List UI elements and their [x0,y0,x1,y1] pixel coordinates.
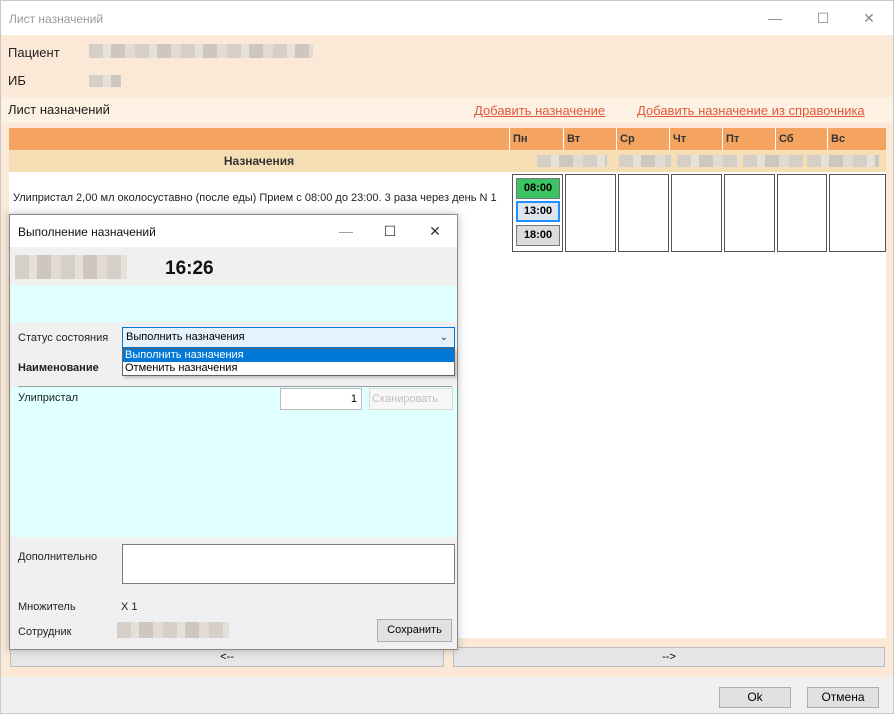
dialog-titlebar: Выполнение назначений — ☐ ✕ [10,215,457,247]
employee-name-redacted [117,622,229,638]
scan-button[interactable]: Сканировать [369,388,453,410]
drug-name: Улипристал [18,392,78,404]
sun-cell[interactable] [829,174,886,252]
dialog-close-icon[interactable]: ✕ [424,220,446,242]
mon-cell: 08:00 13:00 18:00 [512,174,563,252]
prescription-row-text[interactable]: Улипристал 2,00 мл околосуставно (после … [13,192,497,204]
day-thu: Чт [669,128,722,150]
ok-button[interactable]: Ok [719,687,791,708]
dialog-maximize-icon[interactable]: ☐ [379,220,401,242]
day-sat: Сб [775,128,827,150]
chevron-down-icon[interactable]: ⌄ [440,328,448,347]
maximize-icon[interactable]: ☐ [811,7,835,29]
ib-value-redacted [89,75,121,87]
day-tue: Вт [563,128,616,150]
day-sun: Вс [827,128,886,150]
status-label: Статус состояния [18,332,109,344]
execution-dialog: Выполнение назначений — ☐ ✕ 16:26 Статус… [9,214,458,650]
dropdown-option-cancel[interactable]: Отменить назначения [123,362,454,375]
fri-cell[interactable] [724,174,775,252]
patient-redacted [15,255,127,279]
day-mon: Пн [509,128,563,150]
day-wed: Ср [616,128,669,150]
name-column-label: Наименование [18,362,99,374]
thu-cell[interactable] [671,174,722,252]
info-panel [11,286,457,322]
close-icon[interactable]: ✕ [857,7,881,29]
multiplier-label: Множитель [18,601,76,613]
sat-cell[interactable] [777,174,827,252]
main-titlebar: Лист назначений — ☐ ✕ [1,1,893,35]
dates-row-redacted [509,150,886,172]
ib-label: ИБ [8,73,26,88]
patient-label: Пациент [8,45,60,60]
status-select[interactable]: Выполнить назначения ⌄ [122,327,455,348]
multiplier-value: X 1 [121,601,138,613]
additional-label: Дополнительно [18,551,98,563]
status-dropdown-list: Выполнить назначения Отменить назначения [122,348,455,376]
list-heading: Лист назначений [8,102,110,117]
dropdown-option-execute[interactable]: Выполнить назначения [123,349,454,362]
prev-week-button[interactable]: <-- [10,647,444,667]
day-fri: Пт [722,128,775,150]
dialog-minimize-icon[interactable]: — [335,220,357,242]
time-slot-1300[interactable]: 13:00 [516,201,560,222]
tue-cell[interactable] [565,174,616,252]
status-select-value: Выполнить назначения [126,331,245,343]
current-time: 16:26 [165,258,214,279]
additional-textarea[interactable] [122,544,455,584]
employee-label: Сотрудник [18,626,72,638]
save-button[interactable]: Сохранить [377,619,452,642]
patient-name-redacted [89,44,313,58]
dialog-title: Выполнение назначений [18,225,156,239]
time-slot-0800[interactable]: 08:00 [516,178,560,199]
quantity-field[interactable]: 1 [280,388,362,410]
cancel-button[interactable]: Отмена [807,687,879,708]
window-title: Лист назначений [9,12,104,26]
time-slot-1800[interactable]: 18:00 [516,225,560,246]
column-title: Назначения [9,150,509,172]
add-from-reference-link[interactable]: Добавить назначение из справочника [637,103,865,118]
wed-cell[interactable] [618,174,669,252]
list-header-bar: Лист назначений Добавить назначение Доба… [1,97,893,123]
next-week-button[interactable]: --> [453,647,885,667]
minimize-icon[interactable]: — [763,7,787,29]
add-prescription-link[interactable]: Добавить назначение [474,103,605,118]
